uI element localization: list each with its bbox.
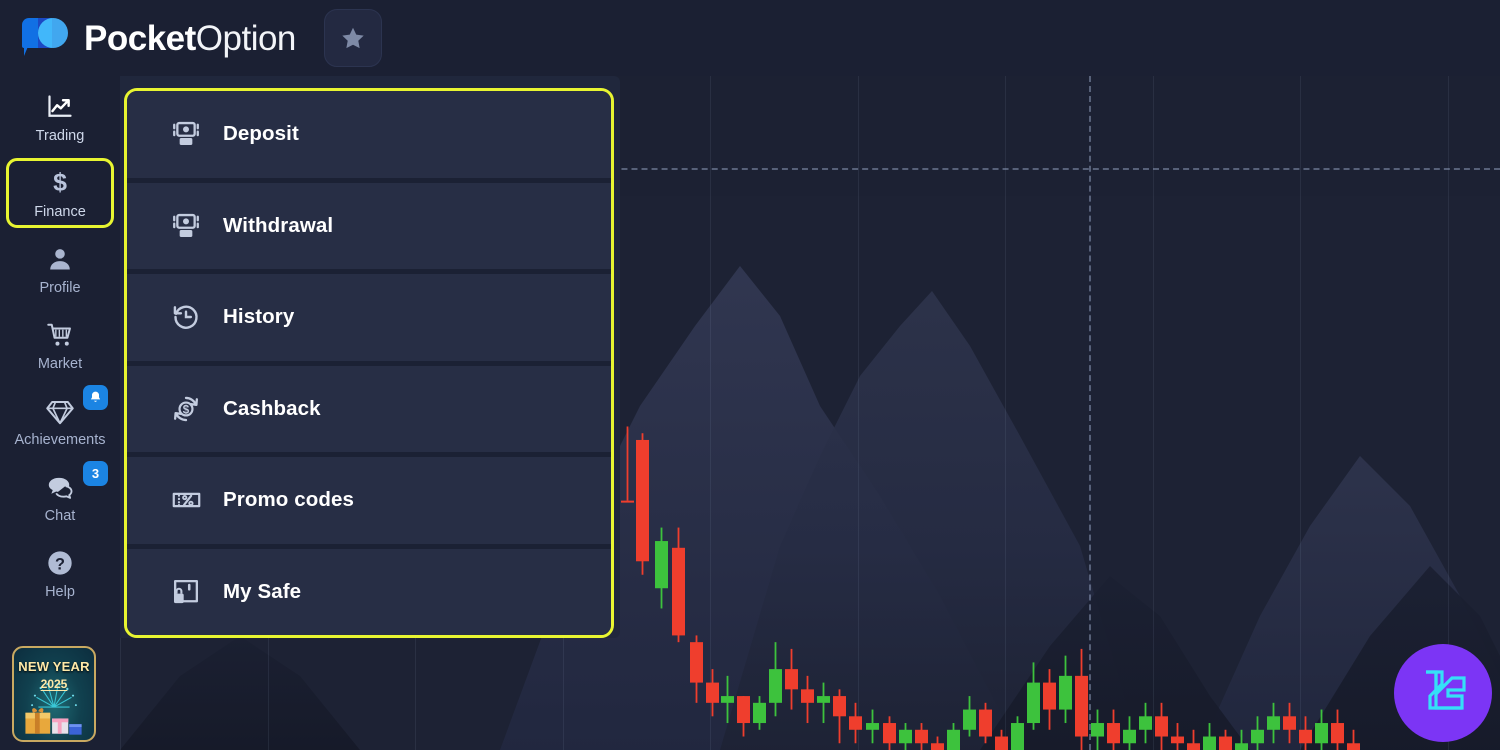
brand-name: PocketOption <box>84 21 296 56</box>
sidebar-item-label: Achievements <box>14 431 106 448</box>
star-icon <box>342 27 364 48</box>
svg-text:$: $ <box>53 168 67 196</box>
menu-item-label: My Safe <box>223 579 302 603</box>
left-sidebar: Trading $ Finance Profile Market Achievements… <box>0 76 120 750</box>
user-icon <box>46 243 74 273</box>
sidebar-item-label: Market <box>37 355 83 372</box>
menu-item-promo-codes[interactable]: Promo codes <box>127 457 611 549</box>
question-icon: ? <box>46 547 74 577</box>
notification-bell-badge <box>83 385 108 410</box>
sidebar-item-chat[interactable]: Chat 3 <box>6 461 114 532</box>
chart-line-icon <box>45 91 75 121</box>
purple-circle-monogram-logo <box>1394 644 1492 742</box>
new-year-promo-banner[interactable]: NEW YEAR 2025 <box>12 646 96 742</box>
brand-logo[interactable]: PocketOption <box>22 16 296 60</box>
safe-lock-icon <box>167 573 205 611</box>
sidebar-item-achievements[interactable]: Achievements <box>6 385 114 456</box>
menu-item-label: History <box>223 305 295 329</box>
menu-item-deposit[interactable]: Deposit <box>127 91 611 183</box>
menu-item-label: Deposit <box>223 122 299 146</box>
finance-dropdown-menu: Deposit Withdrawal History $ Cashback Promo c… <box>124 88 614 638</box>
menu-item-label: Promo codes <box>223 488 354 512</box>
sidebar-item-profile[interactable]: Profile <box>6 234 114 304</box>
atm-withdraw-icon <box>167 207 205 245</box>
svg-text:?: ? <box>55 555 65 573</box>
dollar-icon: $ <box>47 167 73 197</box>
menu-item-withdrawal[interactable]: Withdrawal <box>127 182 611 274</box>
monogram-glyph-icon <box>1426 670 1466 710</box>
diamond-icon <box>45 395 75 425</box>
banner-title: NEW YEAR <box>18 659 90 674</box>
clock-rewind-icon <box>167 298 205 336</box>
sidebar-item-help[interactable]: ? Help <box>6 538 114 608</box>
svg-text:$: $ <box>183 404 190 416</box>
sidebar-item-label: Trading <box>35 127 85 144</box>
menu-item-cashback[interactable]: $ Cashback <box>127 365 611 457</box>
sidebar-item-market[interactable]: Market <box>6 310 114 380</box>
sidebar-item-label: Help <box>45 583 75 600</box>
menu-item-history[interactable]: History <box>127 274 611 366</box>
brand-name-light: Option <box>195 18 297 58</box>
unread-count-badge: 3 <box>83 461 108 486</box>
sidebar-item-finance[interactable]: $ Finance <box>6 158 114 228</box>
menu-item-my-safe[interactable]: My Safe <box>127 548 611 635</box>
top-bar: PocketOption <box>0 0 1500 76</box>
atm-deposit-icon <box>167 115 205 153</box>
brand-name-bold: Pocket <box>84 18 196 58</box>
dollar-refresh-icon: $ <box>167 390 205 428</box>
sidebar-item-label: Profile <box>39 279 81 296</box>
ticket-percent-icon <box>167 481 205 519</box>
pocket-option-logo-icon <box>22 16 70 60</box>
menu-item-label: Cashback <box>223 396 321 420</box>
sidebar-item-trading[interactable]: Trading <box>6 82 114 152</box>
banner-year: 2025 <box>40 677 68 691</box>
favorites-button[interactable] <box>323 9 382 67</box>
cart-icon <box>46 319 75 349</box>
sidebar-item-label: Chat <box>44 507 76 524</box>
sidebar-item-label: Finance <box>34 203 86 220</box>
chat-bubble-icon <box>45 471 75 501</box>
menu-item-label: Withdrawal <box>223 213 334 237</box>
